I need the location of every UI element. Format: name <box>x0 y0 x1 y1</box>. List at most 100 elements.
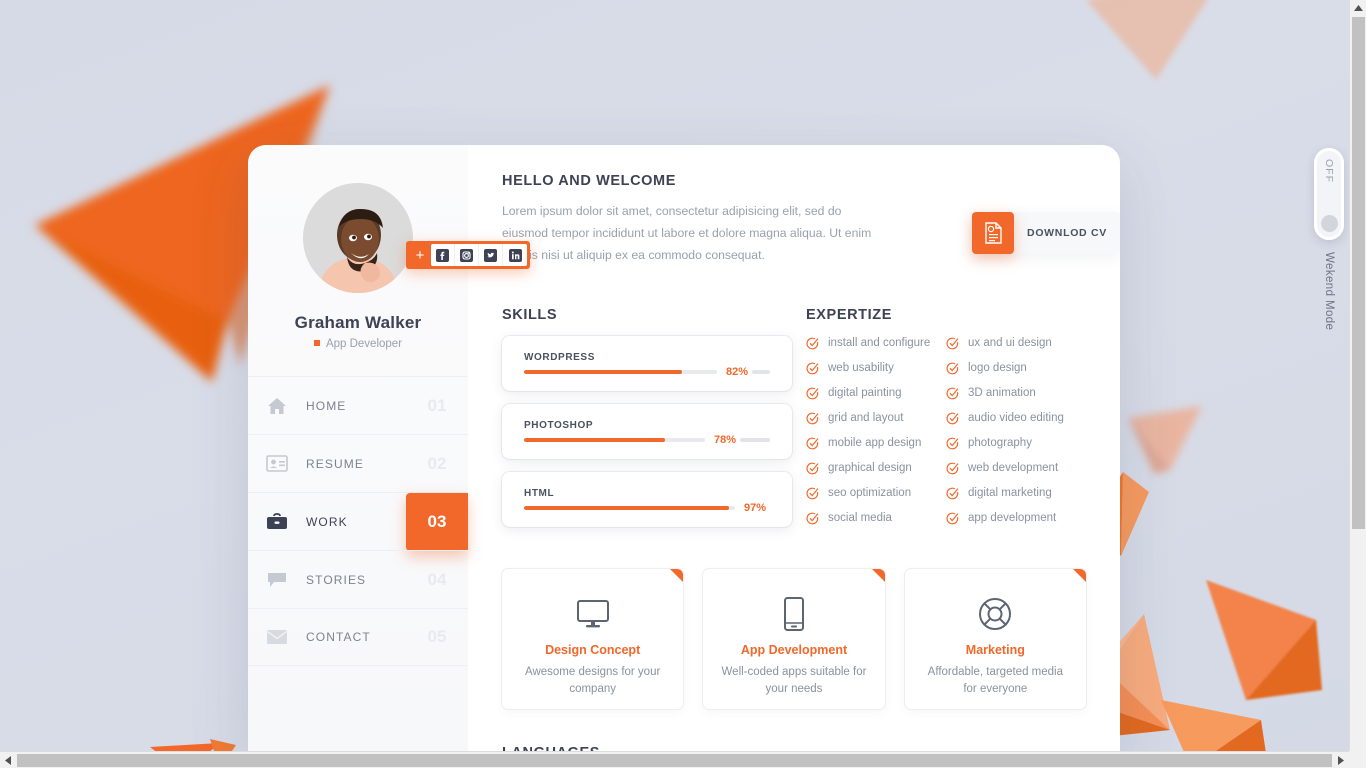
skill-percent-wordpress: 82% <box>725 365 748 378</box>
service-desc: Well-coded apps suitable for your needs <box>721 665 867 695</box>
expertize-item: web usability <box>806 356 946 381</box>
linkedin-icon[interactable] <box>503 244 527 266</box>
skills-title: SKILLS <box>502 306 558 323</box>
skill-bar-wordpress: 82% <box>524 366 770 378</box>
circle-check-icon <box>946 362 959 375</box>
vertical-scrollbar[interactable] <box>1349 0 1366 768</box>
expertize-item: seo optimization <box>806 481 946 506</box>
sidebar-item-home-number: 01 <box>427 395 447 415</box>
sidebar-item-work[interactable]: WORK 03 <box>248 492 468 551</box>
expertize-item-label: ux and ui design <box>968 337 1052 350</box>
sidebar-item-resume[interactable]: RESUME 02 <box>248 434 468 492</box>
service-card-app-development[interactable]: App Development Well-coded apps suitable… <box>703 568 885 709</box>
social-links-bar: + <box>406 241 530 269</box>
expertize-item: ux and ui design <box>946 331 1086 356</box>
download-cv-label: DOWNLOD CV <box>1027 227 1107 239</box>
service-title: App Development <box>740 642 848 657</box>
circle-check-icon <box>806 512 819 525</box>
caret-left-icon[interactable] <box>0 752 17 768</box>
expertize-item: mobile app design <box>806 431 946 456</box>
avatar <box>303 183 413 293</box>
sidebar-item-resume-number: 02 <box>427 453 447 473</box>
skill-percent-html: 97% <box>743 501 766 514</box>
service-card-marketing[interactable]: Marketing Affordable, targeted media for… <box>904 568 1086 709</box>
skill-fill <box>524 369 683 374</box>
sidebar: Graham Walker App Developer HOME 01 RESU… <box>248 145 468 751</box>
decor-triangle-right-4 <box>1186 560 1326 710</box>
circle-check-icon <box>946 387 959 400</box>
skill-track <box>524 369 717 374</box>
expertize-title: EXPERTIZE <box>806 306 892 323</box>
expertize-item: 3D animation <box>946 381 1086 406</box>
corner-triangle-icon <box>871 568 885 582</box>
profile-role-label: App Developer <box>325 338 403 350</box>
horizontal-scrollbar-thumb[interactable] <box>16 753 1333 767</box>
sidebar-item-stories[interactable]: STORIES 04 <box>248 550 468 608</box>
document-cv-icon <box>972 212 1014 254</box>
skill-fill <box>524 437 666 442</box>
sidebar-item-home[interactable]: HOME 01 <box>248 376 468 434</box>
expertize-item-label: digital marketing <box>968 487 1052 500</box>
circle-check-icon <box>806 387 819 400</box>
expertize-section: EXPERTIZE install and configure web usab… <box>792 307 1086 531</box>
circle-check-icon <box>946 512 959 525</box>
expertize-column-right: ux and ui design logo design 3D animatio… <box>946 331 1086 531</box>
profile-role: App Developer <box>248 338 468 350</box>
lifebuoy-icon <box>905 593 1086 635</box>
sidebar-item-resume-label: RESUME <box>306 456 364 471</box>
skill-label-wordpress: WORDPRESS <box>524 351 595 363</box>
download-cv-button[interactable]: DOWNLOD CV <box>972 212 1120 254</box>
skill-track <box>524 437 705 442</box>
horizontal-scrollbar[interactable] <box>0 751 1349 768</box>
skill-remainder <box>740 437 770 442</box>
vertical-scrollbar-thumb[interactable] <box>1351 17 1365 529</box>
comment-icon <box>248 571 306 588</box>
welcome-text-block: HELLO AND WELCOME Lorem ipsum dolor sit … <box>502 173 882 267</box>
service-card-design-concept[interactable]: Design Concept Awesome designs for your … <box>502 568 684 709</box>
sidebar-item-work-label: WORK <box>306 514 348 529</box>
sidebar-item-stories-label: STORIES <box>306 572 367 587</box>
expertize-item-label: app development <box>968 512 1057 525</box>
caret-up-icon[interactable] <box>1350 0 1366 17</box>
expertize-item: graphical design <box>806 456 946 481</box>
expertize-item-label: web usability <box>828 362 894 375</box>
expertize-column-left: install and configure web usability digi… <box>806 331 946 531</box>
circle-check-icon <box>806 462 819 475</box>
expertize-item: digital painting <box>806 381 946 406</box>
expertize-item-label: mobile app design <box>828 437 922 450</box>
instagram-icon[interactable] <box>455 244 479 266</box>
weekend-mode-state: OFF <box>1323 159 1335 183</box>
sidebar-nav: HOME 01 RESUME 02 WORK 03 STORIES 04 CON… <box>248 376 468 666</box>
circle-check-icon <box>946 337 959 350</box>
circle-check-icon <box>806 362 819 375</box>
circle-check-icon <box>806 412 819 425</box>
id-card-icon <box>248 455 306 472</box>
expertize-item-label: logo design <box>968 362 1027 375</box>
expertize-list: install and configure web usability digi… <box>806 331 1086 531</box>
expertize-item-label: digital painting <box>828 387 902 400</box>
corner-triangle-icon <box>1072 568 1086 582</box>
plus-icon[interactable]: + <box>409 248 431 263</box>
scrollbar-corner <box>1349 751 1366 768</box>
expertize-item: digital marketing <box>946 481 1086 506</box>
skills-section: SKILLS WORDPRESS 82% PHOTOSHOP 78% HTML … <box>502 307 792 531</box>
expertize-item-label: social media <box>828 512 892 525</box>
skills-expertize-row: SKILLS WORDPRESS 82% PHOTOSHOP 78% HTML … <box>502 307 1086 531</box>
skill-bar-photoshop: 78% <box>524 434 770 446</box>
service-title: Design Concept <box>545 642 641 657</box>
expertize-item: install and configure <box>806 331 946 356</box>
circle-check-icon <box>946 412 959 425</box>
twitter-icon[interactable] <box>479 244 503 266</box>
corner-triangle-icon <box>670 568 684 582</box>
expertize-item-label: web development <box>968 462 1059 475</box>
skill-track <box>524 505 735 510</box>
sidebar-item-contact[interactable]: CONTACT 05 <box>248 608 468 666</box>
weekend-mode-toggle[interactable]: OFF <box>1314 148 1344 240</box>
caret-right-icon[interactable] <box>1332 752 1349 768</box>
toggle-knob[interactable] <box>1320 215 1338 232</box>
expertize-item-label: seo optimization <box>828 487 912 500</box>
welcome-body: Lorem ipsum dolor sit amet, consectetur … <box>502 204 872 263</box>
circle-check-icon <box>806 487 819 500</box>
circle-check-icon <box>946 437 959 450</box>
facebook-icon[interactable] <box>431 244 455 266</box>
